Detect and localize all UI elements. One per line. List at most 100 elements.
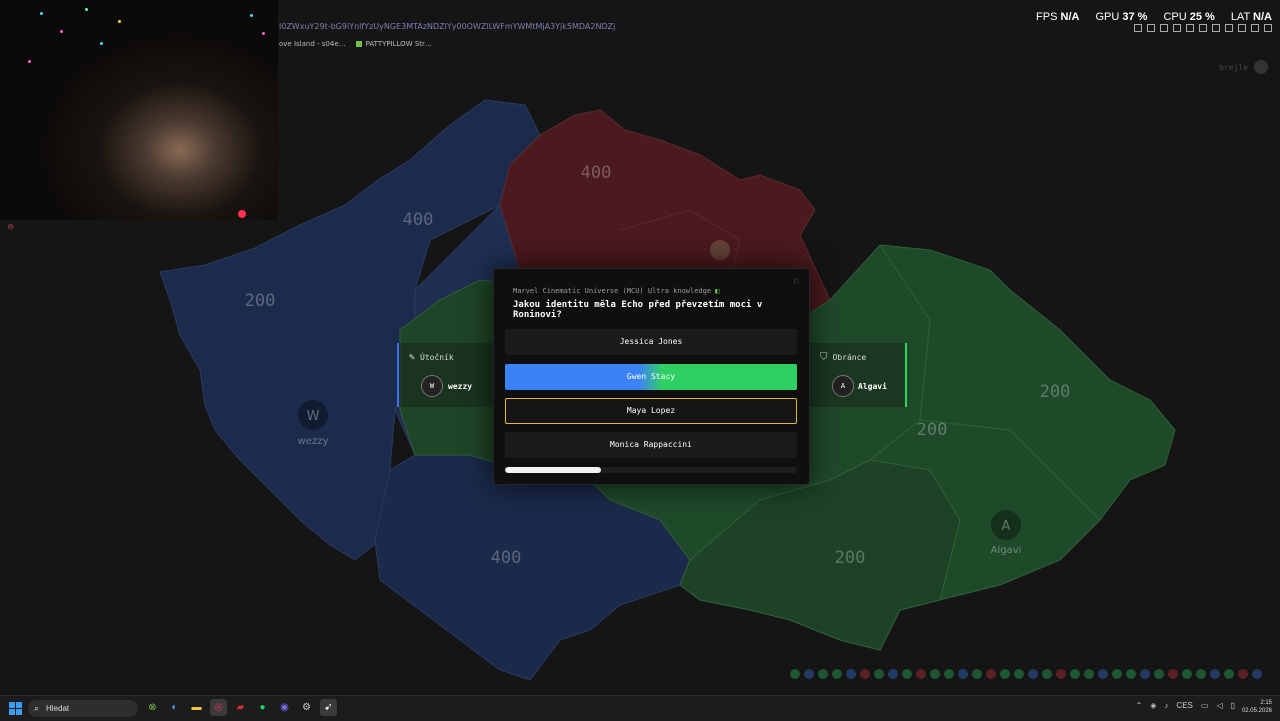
player-dot [846,669,856,679]
player-dot [1210,669,1220,679]
player-dot [1126,669,1136,679]
attacker-base-name: wezzy [298,436,329,447]
region-value: 200 [1040,382,1071,402]
player-dot [1084,669,1094,679]
player-dot [916,669,926,679]
perf-icon [1264,24,1272,32]
answer-option[interactable]: Jessica Jones [505,329,797,355]
battery-icon[interactable]: ▯ [1231,701,1235,710]
perf-icon [1238,24,1246,32]
perf-icon [1212,24,1220,32]
clock[interactable]: 2:15 02.05.2026 [1242,699,1272,715]
system-tray: ⌃ ◈ ♪ CES ▭ ◁ ▯ [1136,701,1235,710]
lat-readout: LAT N/A [1230,11,1272,23]
clock-time: 2:15 [1260,700,1272,706]
quiz-category: Marvel Cinematic Universe (MCU) Ultra kn… [513,287,720,295]
perf-overlay: FPS N/A GPU 37 % CPU 25 % LAT N/A [1036,11,1272,23]
network-icon[interactable]: ◈ [1150,701,1156,710]
timer-fill [505,467,602,473]
profile-name: brejle [1219,62,1248,72]
search-icon: ⌕ [34,703,40,713]
perf-icon [1173,24,1181,32]
perf-icon [1251,24,1259,32]
player-dot [972,669,982,679]
fps-readout: FPS N/A [1036,11,1080,23]
player-dot [1070,669,1080,679]
player-dot [832,669,842,679]
defender-role: ⛉ Obránce [820,352,867,363]
player-dot [790,669,800,679]
gpu-readout: GPU 37 % [1095,11,1148,23]
answer-option[interactable]: Monica Rappaccini [505,432,797,458]
answer-option[interactable]: Maya Lopez [505,398,797,424]
browser-url: l0ZWxuY29t-bG9iYnlfYzUyNGE3MTAzNDZlYy00O… [279,22,616,31]
attacker-name: wezzy [448,382,473,391]
settings-icon[interactable]: ⚙ [298,699,315,716]
player-dot [1168,669,1178,679]
report-flag-icon[interactable]: ⚐ [794,277,799,287]
player-dot [930,669,940,679]
browser-tab[interactable]: PATTYPILLOW Str… [355,40,432,48]
player-dot [1042,669,1052,679]
taskbar: ⌕ Hledat ⊗ ◐ ▬ ◎ ▰ ● ◉ ⚙ ➹ ⌃ ◈ ♪ CES ▭ ◁ … [0,695,1280,721]
volume-icon[interactable]: ◁ [1216,701,1222,710]
taskbar-search[interactable]: ⌕ Hledat [28,700,138,717]
defender-card: ⛉ Obránce A Algavi [810,343,907,407]
opera-gx-icon[interactable]: ◎ [210,699,227,716]
answer-option[interactable]: Gwen Stacy [505,364,797,390]
profile-menu[interactable]: brejle [1219,60,1268,74]
player-dots [790,669,1262,679]
player-dot [1140,669,1150,679]
mic-icon[interactable]: ♪ [1164,701,1168,710]
avatar [1254,60,1268,74]
player-dot [986,669,996,679]
player-dot [1028,669,1038,679]
browser-tabs: ove Island - s04e… PATTYPILLOW Str… [279,40,432,48]
region-value: 400 [403,210,434,230]
attacker-role: ✎ Útočník [409,352,454,363]
perf-icon [1186,24,1194,32]
perf-icon [1134,24,1142,32]
sword-icon: ✎ [409,352,416,363]
quiz-dialog: ⚐ Marvel Cinematic Universe (MCU) Ultra … [493,268,810,485]
discord-icon[interactable]: ◉ [276,699,293,716]
region-value: 200 [245,291,276,311]
region-value: 400 [491,548,522,568]
folder-icon[interactable]: ▬ [188,699,205,716]
region-value: 400 [581,163,612,183]
steam-icon[interactable]: ➹ [320,699,337,716]
edge-icon[interactable]: ◐ [166,699,183,716]
spotify-icon[interactable]: ● [254,699,271,716]
chevron-up-icon[interactable]: ⌃ [1136,701,1143,710]
clock-date: 02.05.2026 [1241,708,1272,714]
defender-base-name: Algavi [991,545,1022,556]
start-button[interactable] [9,702,22,715]
player-dot [1182,669,1192,679]
player-dot [804,669,814,679]
attacker-base-initial: W [307,409,320,424]
player-dot [860,669,870,679]
defender-base-initial: A [1002,519,1011,534]
player-dot [1196,669,1206,679]
neutral-marker-icon [710,240,730,260]
cpu-readout: CPU 25 % [1163,11,1215,23]
player-dot [1224,669,1234,679]
attacker-card: ✎ Útočník W wezzy [397,343,504,407]
defender-avatar: A [832,375,854,397]
player-dot [1056,669,1066,679]
shield-icon: ⛉ [820,352,828,363]
app-icon[interactable]: ▰ [232,699,249,716]
taskbar-apps: ⊗ ◐ ▬ ◎ ▰ ● ◉ ⚙ ➹ [144,699,337,716]
display-icon[interactable]: ▭ [1201,701,1209,710]
player-dot [1098,669,1108,679]
browser-tab[interactable]: ove Island - s04e… [279,40,346,48]
region-value: 200 [835,548,866,568]
xbox-icon[interactable]: ⊗ [144,699,161,716]
app-logo-icon: ◎ [8,222,14,232]
timer-bar [505,467,797,473]
perf-icons [1134,24,1272,32]
player-dot [1154,669,1164,679]
player-dot [1000,669,1010,679]
language-indicator[interactable]: CES [1176,701,1192,710]
perf-icon [1199,24,1207,32]
